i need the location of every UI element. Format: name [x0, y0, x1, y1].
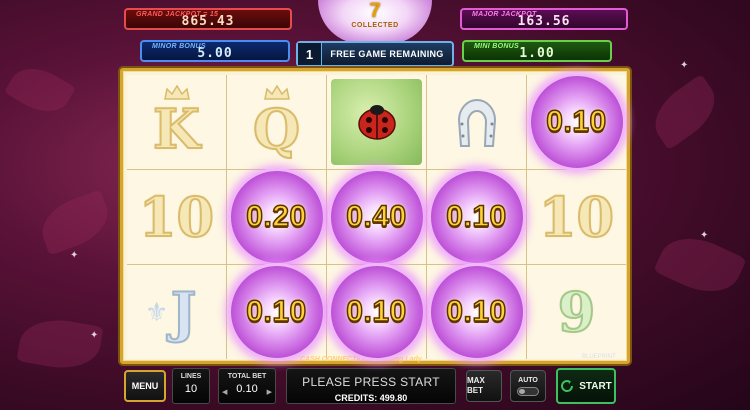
reel-cell-r0c4: 0.10 [527, 73, 626, 171]
sparkle-icon: ✦ [700, 230, 709, 241]
vendor-logo: BLUEPRINT [582, 354, 616, 360]
collected-label: COLLECTED [351, 22, 399, 29]
crown-icon [263, 85, 290, 100]
cash-orb: 0.10 [527, 73, 626, 171]
fleur-de-lis-icon: ⚜ [145, 297, 169, 327]
toggle-switch-icon [517, 386, 539, 396]
reel-frame: K Q 0.10 10 0.20 0.40 0.10 10 ⚜ J 0.10 0… [120, 68, 630, 364]
reel-cell-r1c1: 0.20 [227, 168, 326, 266]
grand-jackpot: GRAND JACKPOT = 15 865.43 [124, 8, 292, 30]
credits-display: CREDITS: 499.80 [334, 393, 408, 403]
free-games-label: FREE GAME REMAINING [330, 49, 444, 59]
reel-cell-r2c0: ⚜ J [127, 265, 226, 359]
ladybug-icon [357, 105, 396, 140]
cash-orb: 0.10 [427, 263, 526, 361]
sparkle-icon: ✦ [70, 250, 79, 261]
cash-orb-value: 0.10 [246, 294, 307, 329]
card-symbol-k: K [152, 96, 201, 162]
sparkle-icon: ✦ [90, 330, 99, 341]
grand-jackpot-label: GRAND JACKPOT = 15 [136, 11, 219, 18]
reel-cell-r1c4: 10 [527, 170, 626, 264]
reel-cell-r0c2 [327, 75, 426, 169]
total-bet-label: TOTAL BET [227, 373, 267, 380]
cash-orb: 0.20 [227, 168, 326, 266]
card-symbol-10: 10 [538, 184, 615, 250]
cash-orb-value: 0.40 [346, 199, 407, 234]
reel-cell-r0c0: K [127, 75, 226, 169]
cash-orb-value: 0.10 [546, 104, 607, 139]
background-leaf [643, 73, 727, 151]
background-leaf [34, 189, 116, 256]
cash-orb-value: 0.10 [346, 294, 407, 329]
minor-bonus: MINOR BONUS 5.00 [140, 40, 290, 62]
lines-display: LINES 10 [172, 368, 210, 404]
cash-orb-value: 0.20 [246, 199, 307, 234]
card-symbol-9: 9 [557, 279, 597, 345]
cash-orb: 0.40 [327, 168, 426, 266]
autoplay-label: AUTO [518, 376, 538, 384]
bet-increase-icon[interactable]: ▶ [267, 388, 272, 396]
cash-orb-value: 0.10 [446, 199, 507, 234]
reel-cell-r1c0: 10 [127, 170, 226, 264]
major-jackpot-label: MAJOR JACKPOT [472, 11, 537, 18]
reel-cell-r2c3: 0.10 [427, 263, 526, 361]
mini-bonus: MINI BONUS 1.00 [462, 40, 612, 62]
horseshoe-icon [457, 99, 496, 147]
start-button[interactable]: START [556, 368, 616, 404]
sparkle-icon: ✦ [680, 60, 689, 71]
crown-icon [163, 85, 190, 100]
cash-orb: 0.10 [327, 263, 426, 361]
reel-cell-r2c1: 0.10 [227, 263, 326, 361]
cash-orb: 0.10 [427, 168, 526, 266]
total-bet-selector[interactable]: ◀ TOTAL BET 0.10 ▶ [218, 368, 276, 404]
background-leaf [4, 57, 76, 123]
reel-cell-r1c3: 0.10 [427, 168, 526, 266]
spin-icon [561, 380, 574, 392]
status-message: PLEASE PRESS START [302, 375, 440, 389]
card-symbol-q: Q [252, 96, 301, 162]
free-games-count: 1 [298, 43, 322, 65]
lines-label: LINES [180, 373, 202, 380]
reel-grid: K Q 0.10 10 0.20 0.40 0.10 10 ⚜ J 0.10 0… [127, 73, 626, 361]
free-games-banner: 1 FREE GAME REMAINING [296, 41, 454, 67]
reel-cell-r0c3 [427, 75, 526, 169]
cash-orb-value: 0.10 [446, 294, 507, 329]
cash-orb: 0.10 [227, 263, 326, 361]
minor-bonus-label: MINOR BONUS [152, 43, 206, 50]
reel-cell-r0c1: Q [227, 75, 326, 169]
start-label: START [579, 380, 612, 392]
card-symbol-j: J [170, 279, 198, 345]
bet-decrease-icon[interactable]: ◀ [222, 388, 227, 396]
reel-cell-r2c4: 9 [527, 265, 626, 359]
reel-cell-r2c2: 0.10 [327, 263, 426, 361]
lines-value: 10 [184, 383, 198, 395]
reel-cell-r1c2: 0.40 [327, 168, 426, 266]
control-bar: MENU LINES 10 ◀ TOTAL BET 0.10 ▶ PLEASE … [0, 364, 750, 410]
menu-button[interactable]: MENU [124, 370, 166, 402]
collected-counter: 7 COLLECTED [318, 0, 432, 44]
autoplay-toggle[interactable]: AUTO [510, 370, 546, 402]
max-bet-button[interactable]: MAX BET [466, 370, 502, 402]
collected-count: 7 [369, 0, 381, 22]
mini-bonus-label: MINI BONUS [474, 43, 519, 50]
major-jackpot: MAJOR JACKPOT 163.56 [460, 8, 628, 30]
card-symbol-10: 10 [138, 184, 215, 250]
message-panel: PLEASE PRESS START CREDITS: 499.80 [286, 368, 456, 404]
